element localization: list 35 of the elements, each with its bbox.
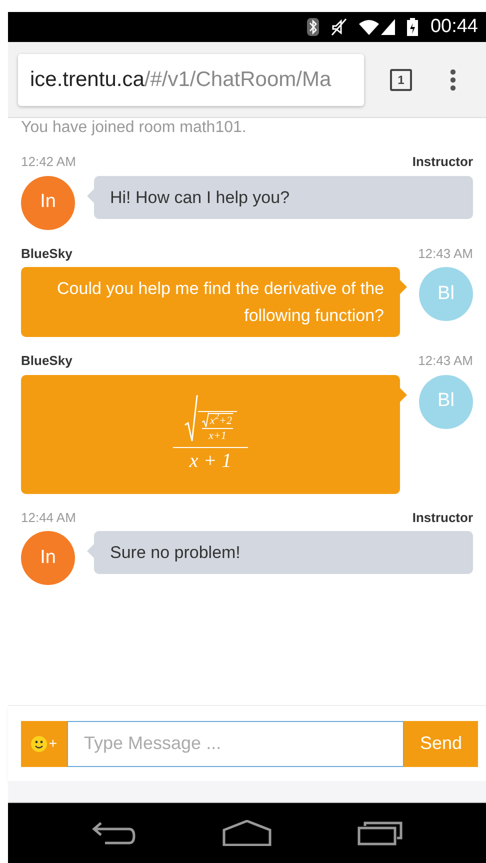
message-input[interactable]: Type Message ...: [67, 720, 404, 766]
message-time: 12:42 AM: [21, 153, 76, 171]
system-message: You have joined room math101.: [21, 118, 248, 138]
battery-icon: [407, 18, 418, 36]
back-icon[interactable]: [90, 820, 137, 846]
message-time: 12:43 AM: [418, 244, 473, 262]
message-text: Could you help me find the derivative of the following function?: [57, 279, 384, 325]
tab-count-button[interactable]: 1: [390, 68, 412, 90]
sender-name: BlueSky: [21, 352, 72, 370]
radical-icon: [184, 394, 198, 442]
signal-icon: [381, 19, 396, 35]
sender-name: Instructor: [412, 153, 473, 171]
menu-icon[interactable]: [450, 68, 456, 90]
plus-text: +: [48, 734, 58, 753]
message-text: Hi! How can I help you?: [110, 188, 290, 206]
sender-name: Instructor: [412, 508, 473, 526]
sender-name: BlueSky: [21, 244, 72, 263]
avatar: Bl: [419, 267, 473, 321]
radical-icon: [202, 412, 210, 428]
message-time: 12:44 AM: [21, 508, 76, 526]
url-host: ice.trentu.ca: [30, 66, 144, 93]
avatar: In: [21, 531, 75, 585]
address-bar[interactable]: ice.trentu.ca/#/v1/ChatRoom/Ma: [18, 54, 364, 106]
recent-apps-icon[interactable]: [357, 820, 404, 846]
avatar: Bl: [419, 374, 473, 428]
message-text: Sure no problem!: [110, 543, 240, 562]
smiley-icon: [30, 736, 47, 752]
bluetooth-icon: [307, 18, 320, 36]
home-icon[interactable]: [222, 820, 272, 846]
clock: 00:44: [430, 14, 478, 39]
avatar: In: [21, 176, 75, 230]
message-time: 12:43 AM: [418, 352, 473, 370]
wifi-icon: [359, 19, 380, 35]
url-path: /#/v1/ChatRoom/Ma: [144, 66, 332, 93]
muted-icon: [331, 18, 348, 36]
